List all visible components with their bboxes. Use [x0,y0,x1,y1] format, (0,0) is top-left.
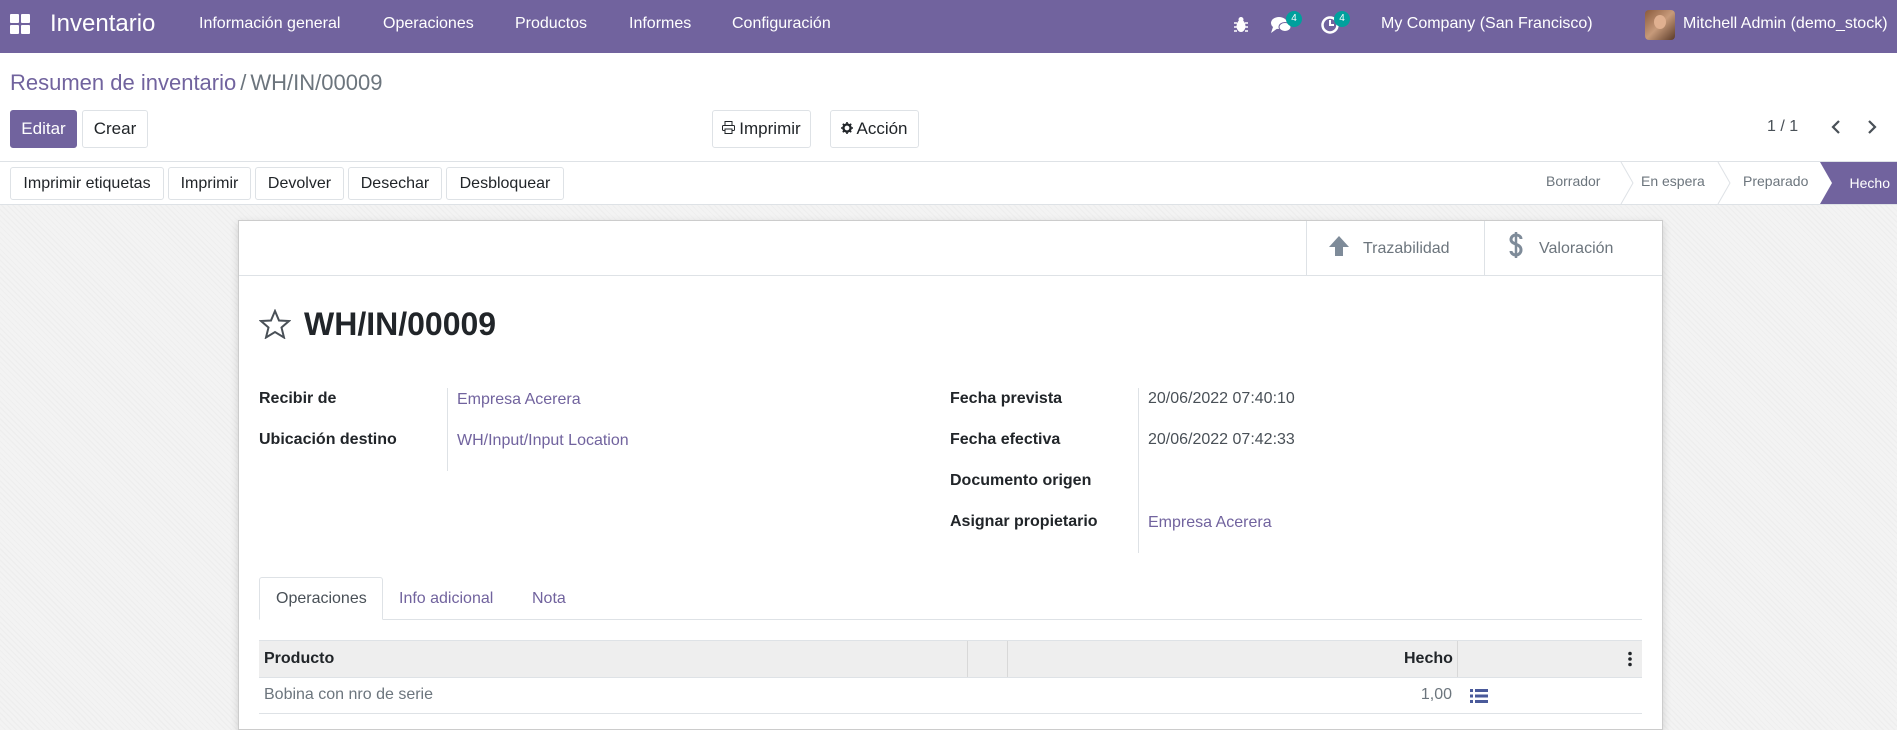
edit-button[interactable]: Editar [10,110,77,148]
scrap-button[interactable]: Desechar [348,167,442,200]
app-name[interactable]: Inventario [50,10,155,38]
row-done-quantity: 1,00 [1420,686,1452,703]
return-button[interactable]: Devolver [255,167,344,200]
row-product: Bobina con nro de serie [264,686,433,703]
breadcrumb-separator: / [240,70,247,95]
column-separator [1007,641,1008,677]
dollar-icon [1507,232,1525,265]
field-separator [447,388,448,471]
effective-date-field[interactable]: 20/06/2022 07:42:33 [1148,431,1295,449]
clock-icon[interactable]: 4 [1320,11,1350,40]
create-button[interactable]: Crear [82,110,148,148]
tab-operaciones[interactable]: Operaciones [259,577,383,620]
menu-item-productos[interactable]: Productos [515,15,587,33]
destination-location-label: Ubicación destino [259,431,397,448]
table-row[interactable]: Bobina con nro de serie 1,00 [259,678,1642,714]
print-button[interactable]: Imprimir [168,167,251,200]
receive-from-label: Recibir de [259,390,337,407]
smart-button-box: Trazabilidad Valoración [239,221,1662,276]
stage-separator [1717,162,1731,204]
activities-badge: 4 [1334,11,1350,27]
menu-item-informes[interactable]: Informes [629,15,691,33]
source-document-label: Documento origen [950,472,1092,489]
stage-ready: Preparado [1743,173,1809,189]
assign-owner-label: Asignar propietario [950,513,1098,530]
form-sheet: Trazabilidad Valoración WH/IN/00009 Reci… [238,220,1663,730]
effective-date-label: Fecha efectiva [950,431,1061,448]
chevron-right-icon[interactable] [1862,115,1882,139]
record-title: WH/IN/00009 [304,306,497,342]
tab-nota[interactable]: Nota [516,577,582,620]
print-icon [722,119,736,139]
valuation-label: Valoración [1539,239,1614,257]
operations-table-header: Producto Hecho [259,640,1642,678]
bug-icon[interactable] [1233,16,1249,39]
stage-draft: Borrador [1546,173,1601,189]
list-icon[interactable] [1470,688,1488,709]
traceability-smart-button[interactable]: Trazabilidad [1306,221,1484,276]
action-label: Acción [856,119,908,138]
scheduled-date-label: Fecha prevista [950,390,1063,407]
destination-location-field[interactable]: WH/Input/Input Location [457,432,629,450]
receive-from-field[interactable]: Empresa Acerera [457,391,581,409]
breadcrumb: Resumen de inventario / WH/IN/00009 [10,70,382,96]
menu-item-configuracion[interactable]: Configuración [732,15,831,33]
assign-owner-field[interactable]: Empresa Acerera [1148,514,1272,532]
column-separator [1457,641,1458,677]
action-dropdown-button[interactable]: Acción [830,110,919,148]
stage-waiting: En espera [1641,173,1705,189]
traceability-label: Trazabilidad [1363,239,1450,257]
breadcrumb-parent[interactable]: Resumen de inventario [10,70,236,95]
field-separator [1138,388,1139,553]
print-labels-button[interactable]: Imprimir etiquetas [10,167,164,200]
apps-icon[interactable] [10,14,30,34]
breadcrumb-current: WH/IN/00009 [250,70,383,95]
star-icon[interactable] [258,308,292,344]
chevron-left-icon[interactable] [1826,115,1846,139]
user-menu[interactable]: Mitchell Admin (demo_stock) [1683,15,1888,33]
gear-icon [841,119,854,139]
company-switcher[interactable]: My Company (San Francisco) [1381,15,1593,33]
form-statusbar: Imprimir etiquetas Imprimir Devolver Des… [0,161,1897,205]
print-dropdown-button[interactable]: Imprimir [712,110,811,148]
chat-icon[interactable]: 4 [1270,11,1302,40]
main-navbar: Inventario Información general Operacion… [0,0,1897,53]
kebab-icon[interactable] [1627,650,1633,673]
stage-separator [1620,162,1634,204]
arrow-up-icon [1327,234,1351,263]
print-label: Imprimir [739,119,801,138]
menu-item-informacion-general[interactable]: Información general [199,15,340,33]
messages-badge: 4 [1286,11,1302,27]
valuation-smart-button[interactable]: Valoración [1484,221,1662,276]
column-header-done[interactable]: Hecho [1404,650,1453,668]
pager-value[interactable]: 1 / 1 [1767,118,1798,136]
menu-item-operaciones[interactable]: Operaciones [383,15,474,33]
column-separator [967,641,968,677]
avatar[interactable] [1645,10,1675,40]
notebook-tabs: Operaciones Info adicional Nota [259,577,1642,620]
tab-info-adicional[interactable]: Info adicional [383,577,509,620]
column-header-product[interactable]: Producto [264,650,334,668]
unlock-button[interactable]: Desbloquear [446,167,564,200]
stage-done: Hecho [1820,162,1897,204]
scheduled-date-field[interactable]: 20/06/2022 07:40:10 [1148,390,1295,408]
